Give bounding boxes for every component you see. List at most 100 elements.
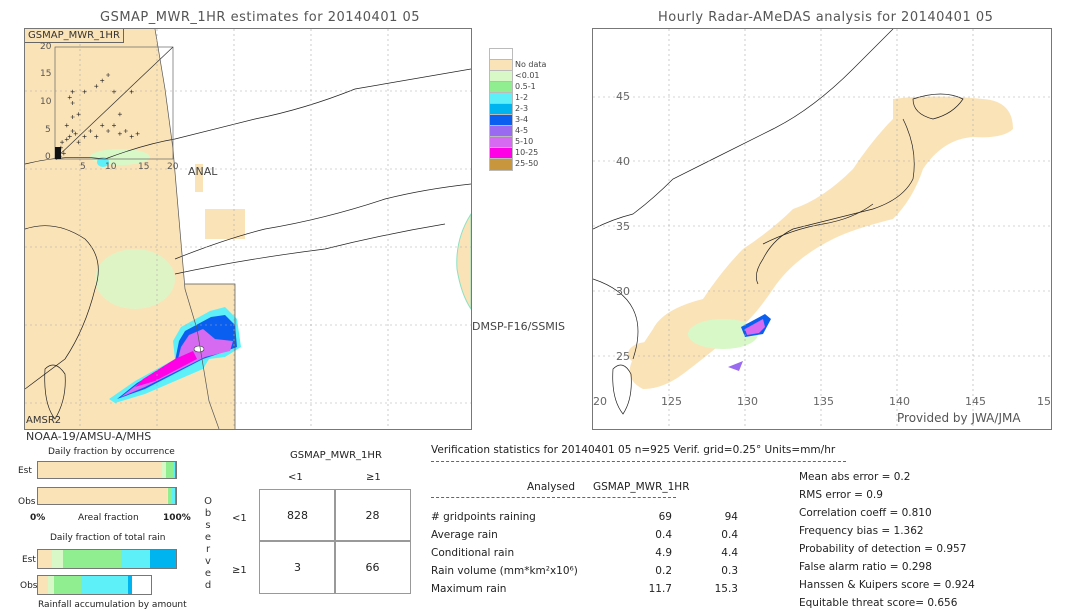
inset-ytick: 5 — [45, 125, 51, 135]
lat-tick: 40 — [616, 155, 630, 168]
sensor-label-ssmis: DMSP-F16/SSMIS — [472, 320, 566, 333]
header-divider — [431, 461, 846, 462]
occurrence-est-bar — [37, 461, 177, 479]
lon-tick: 15 — [1037, 395, 1051, 408]
radar-coverage-2 — [628, 342, 668, 366]
lat-tick: 45 — [616, 90, 630, 103]
stat-model: 0.3 — [721, 565, 738, 577]
verification-header: Verification statistics for 20140401 05 … — [431, 444, 836, 456]
score-line: Hanssen & Kuipers score = 0.924 — [799, 579, 975, 591]
ct-row-header: ≥1 — [232, 565, 247, 576]
observed-letter: e — [204, 532, 212, 543]
observed-letter: O — [204, 496, 212, 507]
observed-letter: d — [204, 580, 212, 591]
scatter-cluster — [55, 147, 61, 159]
score-line: Frequency bias = 1.362 — [799, 525, 924, 537]
observed-letter: e — [204, 568, 212, 579]
est-label-2: Est — [22, 555, 36, 565]
ct-col-header: ≥1 — [366, 472, 381, 483]
stat-analysed: 0.2 — [655, 565, 672, 577]
legend-label: 4-5 — [515, 126, 529, 135]
stat-model: 94 — [724, 511, 738, 523]
bar-segment — [62, 550, 121, 568]
legend-item: 0.5-1 — [489, 81, 549, 94]
inset-xtick: 20 — [167, 162, 179, 172]
occurrence-title: Daily fraction by occurrence — [48, 447, 175, 457]
legend-item: 5-10 — [489, 136, 549, 149]
legend-item: <0.01 — [489, 70, 549, 83]
score-line: Correlation coeff = 0.810 — [799, 507, 932, 519]
legend-label: No data — [515, 60, 547, 69]
color-legend: No data <0.01 0.5-1 1-2 2-3 3-4 4-5 5-10 10-25 25… — [489, 48, 559, 173]
rain-eye — [193, 345, 205, 353]
inset-ytick: 20 — [40, 42, 52, 52]
inset-ytick: 15 — [40, 69, 52, 79]
legend-item: 1-2 — [489, 92, 549, 105]
legend-swatch — [489, 158, 513, 171]
obs-label: Obs — [18, 497, 36, 507]
legend-item: 4-5 — [489, 125, 549, 138]
legend-item: No data — [489, 59, 549, 72]
legend-label: 5-10 — [515, 137, 534, 146]
legend-item: 3-4 — [489, 114, 549, 127]
legend-label: 2-3 — [515, 104, 529, 113]
right-map-canvas — [593, 29, 1051, 429]
score-line: Mean abs error = 0.2 — [799, 471, 911, 483]
bar-segment — [38, 462, 163, 478]
col-divider — [431, 497, 676, 498]
ct-model-label: GSMAP_MWR_1HR — [290, 450, 382, 461]
left-map-title: GSMAP_MWR_1HR estimates for 20140401 05 — [100, 10, 421, 25]
ct-cell: 3 — [259, 540, 336, 594]
lat-tick: 30 — [616, 285, 630, 298]
stat-label: Conditional rain — [431, 547, 515, 559]
inset-ytick: 10 — [40, 97, 52, 107]
ct-cell: 828 — [259, 489, 336, 542]
lat-tick: 25 — [616, 350, 630, 363]
stat-analysed: 0.4 — [655, 529, 672, 541]
lon-tick: 130 — [737, 395, 758, 408]
total-rain-obs-bar — [37, 575, 152, 595]
legend-label: 0.5-1 — [515, 82, 536, 91]
stat-analysed: 69 — [658, 511, 672, 523]
bar-segment — [175, 488, 176, 504]
observed-letter: r — [205, 544, 211, 555]
bar-segment — [128, 576, 132, 594]
legend-label: 3-4 — [515, 115, 529, 124]
coastline-taiwan — [612, 364, 632, 415]
left-map: GSMAP_MWR_1HR 20 15 10 5 0 5 10 15 20 AN… — [24, 28, 472, 430]
observed-letter: v — [205, 556, 211, 567]
obs-label-2: Obs — [20, 581, 38, 591]
right-map-title: Hourly Radar-AMeDAS analysis for 2014040… — [658, 10, 994, 25]
legend-item: 25-50 — [489, 158, 549, 171]
stat-label: Average rain — [431, 529, 498, 541]
score-line: Equitable threat score= 0.656 — [799, 597, 958, 609]
bar-segment — [149, 550, 176, 568]
stat-analysed: 4.9 — [655, 547, 672, 559]
bar-segment — [120, 550, 150, 568]
sensor-label-amsr2: AMSR2 — [26, 415, 62, 426]
lat-tick: 35 — [616, 220, 630, 233]
observed-letter: s — [205, 520, 211, 531]
bar-segment — [51, 550, 63, 568]
stat-model: 4.4 — [721, 547, 738, 559]
occurrence-obs-bar — [37, 487, 177, 505]
right-map: 45 40 35 30 25 20 125 130 135 140 145 15… — [592, 28, 1052, 430]
inset-xtick: 15 — [138, 162, 150, 172]
data-credit: Provided by JWA/JMA — [897, 411, 1021, 425]
radar-rain-45 — [728, 361, 743, 371]
sensor-label-noaa19: NOAA-19/AMSU-A/MHS — [26, 430, 152, 443]
legend-label: 10-25 — [515, 148, 539, 157]
lon-tick: 140 — [889, 395, 910, 408]
bar-segment — [38, 550, 52, 568]
bar-segment — [38, 576, 49, 594]
bar-segment — [38, 488, 168, 504]
inset-xlabel: ANAL — [188, 165, 218, 178]
stat-label: # gridpoints raining — [431, 511, 536, 523]
ct-col-header: <1 — [288, 472, 303, 483]
lon-tick: 145 — [965, 395, 986, 408]
col-analysed: Analysed — [527, 481, 575, 493]
inset-xtick: 5 — [80, 162, 86, 172]
stat-analysed: 11.7 — [648, 583, 672, 595]
legend-item: 10-25 — [489, 147, 549, 160]
lon-tick: 20 — [593, 395, 607, 408]
